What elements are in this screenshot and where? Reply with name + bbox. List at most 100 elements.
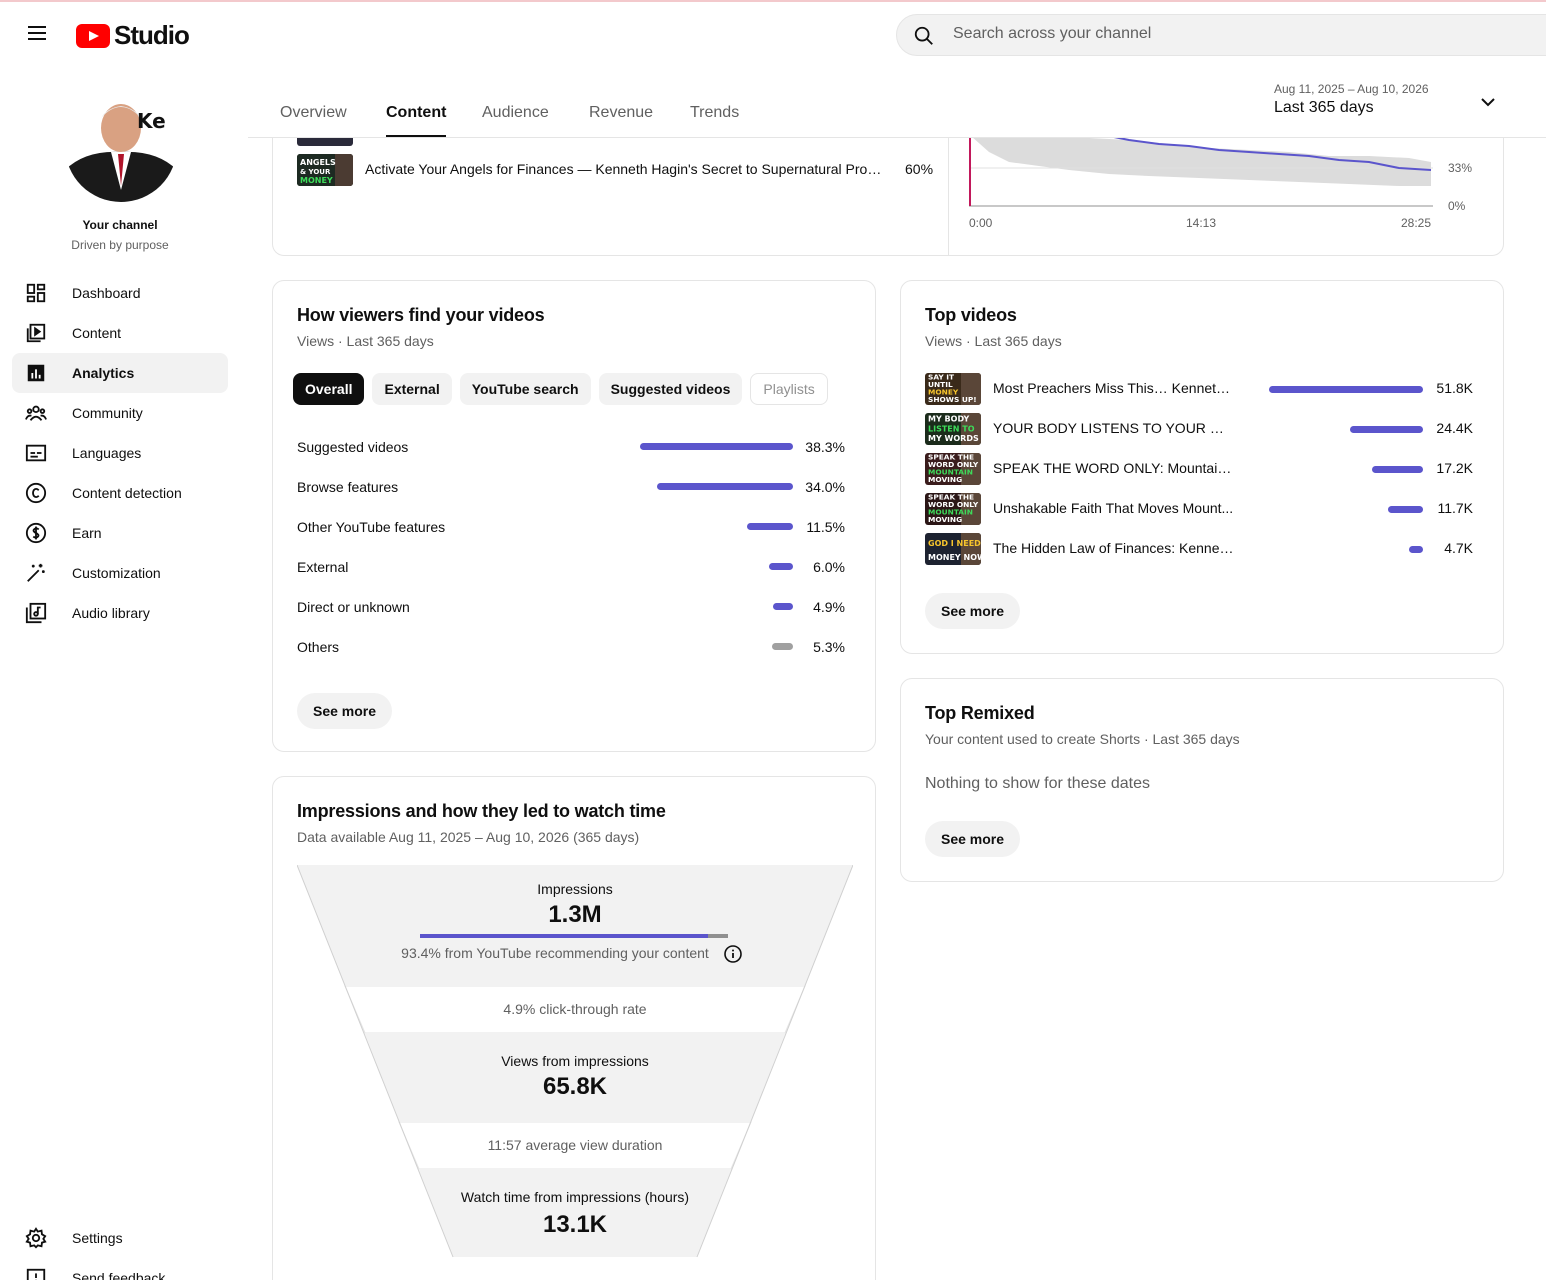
traffic-source-row[interactable]: Direct or unknown 4.9% [297, 599, 845, 619]
top-videos-card: Top videos Views · Last 365 days SAY IT U… [900, 280, 1504, 654]
traffic-sources-card: How viewers find your videos Views · Las… [272, 280, 876, 752]
chip-overall[interactable]: Overall [293, 373, 365, 405]
analytics-tabs: Overview Content Audience Revenue Trends… [248, 64, 1546, 138]
video-thumbnail[interactable]: ANGELS & YOUR MONEY [297, 154, 353, 186]
svg-text:MOVING: MOVING [928, 515, 962, 524]
tab-revenue[interactable]: Revenue [589, 104, 653, 122]
video-thumbnail[interactable]: SAY IT UNTIL MONEY SHOWS UP! [925, 373, 981, 405]
video-thumbnail[interactable]: SPEAK THE WORD ONLY MOUNTAIN MOVING [925, 453, 981, 485]
traffic-source-value: 6.0% [813, 559, 845, 575]
search-icon[interactable] [913, 25, 935, 47]
top-video-bar [1409, 546, 1423, 553]
traffic-filter-chips: Overall External YouTube search Suggeste… [293, 373, 828, 405]
content-icon [24, 321, 48, 345]
impressions-label: Impressions [537, 881, 613, 897]
see-more-button[interactable]: See more [297, 693, 393, 729]
info-icon[interactable] [723, 944, 743, 964]
top-video-row[interactable]: MY BODY LISTEN TO MY WORDS YOUR BODY LISTEN… [925, 413, 1473, 445]
date-range-picker[interactable]: Aug 11, 2025 – Aug 10, 2026 Last 365 day… [1274, 82, 1429, 117]
channel-avatar[interactable]: Ke [65, 90, 177, 202]
top-remixed-card: Top Remixed Your content used to create … [900, 678, 1504, 882]
sidebar-item-content-detection[interactable]: Content detection [12, 473, 228, 513]
tab-trends[interactable]: Trends [690, 104, 739, 122]
sidebar-item-community[interactable]: Community [12, 393, 228, 433]
traffic-source-row[interactable]: External 6.0% [297, 559, 845, 579]
chip-playlists: Playlists [750, 373, 828, 405]
top-video-row[interactable]: SPEAK THE WORD ONLY MOUNTAIN MOVING Unshakab… [925, 493, 1473, 525]
traffic-source-value: 38.3% [805, 439, 845, 455]
header: Studio [0, 2, 1546, 64]
top-video-bar [1372, 466, 1423, 473]
traffic-source-value: 34.0% [805, 479, 845, 495]
impressions-funnel: Impressions 1.3M 93.4% from YouTube reco… [297, 865, 853, 1261]
tab-overview[interactable]: Overview [280, 104, 347, 122]
search-bar[interactable] [896, 14, 1546, 56]
sidebar-item-audio-library[interactable]: Audio library [12, 593, 228, 633]
card-title: Impressions and how they led to watch ti… [297, 801, 666, 821]
traffic-source-value: 4.9% [813, 599, 845, 615]
chip-external[interactable]: External [372, 373, 452, 405]
sidebar-nav: Dashboard Content Analytics Community La… [12, 273, 228, 633]
video-thumbnail[interactable]: GOD I NEED MONEY NOW! [925, 533, 981, 565]
hamburger-menu-icon[interactable] [24, 22, 52, 46]
svg-text:LISTEN TO: LISTEN TO [928, 424, 975, 433]
gear-icon [24, 1226, 48, 1250]
svg-text:MONEY: MONEY [300, 176, 333, 185]
top-video-row[interactable]: SPEAK THE WORD ONLY MOUNTAIN MOVING SPEAK TH… [925, 453, 1473, 485]
card-title: Top Remixed [925, 703, 1035, 723]
top-video-title[interactable]: YOUR BODY LISTENS TO YOUR WOR... [993, 420, 1237, 436]
sidebar-item-analytics[interactable]: Analytics [12, 353, 228, 393]
tab-audience[interactable]: Audience [482, 104, 549, 122]
svg-text:GOD I NEED: GOD I NEED [928, 539, 981, 548]
chip-suggested-videos[interactable]: Suggested videos [598, 373, 743, 405]
studio-logo[interactable]: Studio [76, 20, 190, 51]
top-video-row[interactable]: GOD I NEED MONEY NOW! The Hidden Law of Fi… [925, 533, 1473, 565]
top-video-views: 11.7K [1437, 500, 1473, 516]
traffic-source-row[interactable]: Other YouTube features 11.5% [297, 519, 845, 539]
x-label: 28:25 [1401, 216, 1431, 230]
video-title[interactable]: Activate Your Angels for Finances — Kenn… [365, 161, 885, 177]
avd-text: 11:57 average view duration [487, 1137, 663, 1153]
sidebar-item-content[interactable]: Content [12, 313, 228, 353]
card-title: Top videos [925, 305, 1017, 325]
top-video-bar [1269, 386, 1423, 393]
top-video-title[interactable]: Most Preachers Miss This… Kenneth ... [993, 380, 1237, 396]
sidebar-item-earn[interactable]: Earn [12, 513, 228, 553]
retention-percent: 60% [905, 161, 934, 177]
traffic-source-bar [640, 443, 793, 450]
top-video-title[interactable]: Unshakable Faith That Moves Mount... [993, 500, 1237, 516]
tab-content[interactable]: Content [386, 104, 447, 137]
sidebar: Ke Your channel Driven by purpose Dashbo… [0, 64, 248, 1280]
date-range-label: Last 365 days [1274, 99, 1374, 116]
traffic-source-row[interactable]: Others 5.3% [297, 639, 845, 659]
top-video-row[interactable]: SAY IT UNTIL MONEY SHOWS UP! Most Preachers … [925, 373, 1473, 405]
svg-text:ANGELS: ANGELS [300, 158, 336, 167]
copyright-icon [24, 481, 48, 505]
traffic-source-bar [657, 483, 793, 490]
card-subtitle: Views · Last 365 days [925, 333, 1062, 349]
traffic-source-label: Browse features [297, 479, 399, 495]
search-input[interactable] [953, 25, 1513, 43]
sidebar-item-languages[interactable]: Languages [12, 433, 228, 473]
top-video-views: 17.2K [1436, 460, 1473, 476]
video-thumbnail[interactable]: MY BODY LISTEN TO MY WORDS [925, 413, 981, 445]
sidebar-item-dashboard[interactable]: Dashboard [12, 273, 228, 313]
impressions-value: 1.3M [548, 901, 602, 928]
sidebar-item-customization[interactable]: Customization [12, 553, 228, 593]
see-more-button[interactable]: See more [925, 821, 1021, 857]
traffic-source-bar [773, 603, 793, 610]
recommend-bar-fill [420, 934, 708, 938]
traffic-source-row[interactable]: Browse features 34.0% [297, 479, 845, 499]
sidebar-item-send-feedback[interactable]: Send feedback [12, 1258, 228, 1280]
chip-youtube-search[interactable]: YouTube search [459, 373, 591, 405]
traffic-source-row[interactable]: Suggested videos 38.3% [297, 439, 845, 459]
video-thumbnail[interactable]: SPEAK THE WORD ONLY MOUNTAIN MOVING [925, 493, 981, 525]
top-video-title[interactable]: SPEAK THE WORD ONLY: Mountain-... [993, 460, 1237, 476]
y-label: 33% [1448, 161, 1472, 175]
x-label: 0:00 [969, 216, 993, 230]
chevron-down-icon[interactable] [1480, 94, 1496, 110]
top-video-title[interactable]: The Hidden Law of Finances: Kenneth... [993, 540, 1237, 556]
sidebar-item-settings[interactable]: Settings [12, 1218, 228, 1258]
channel-name: Your channel [82, 218, 158, 232]
see-more-button[interactable]: See more [925, 593, 1021, 629]
